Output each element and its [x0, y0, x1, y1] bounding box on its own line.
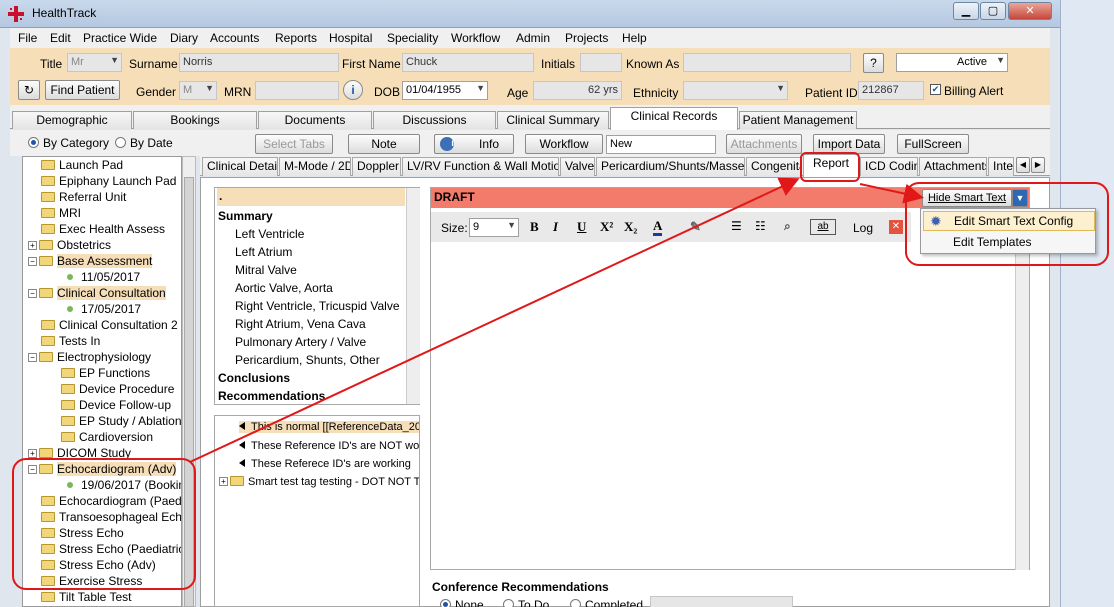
arrow-to-report: [189, 177, 800, 463]
arrow-to-menu: [859, 183, 924, 204]
annotation-arrows: [189, 177, 924, 463]
